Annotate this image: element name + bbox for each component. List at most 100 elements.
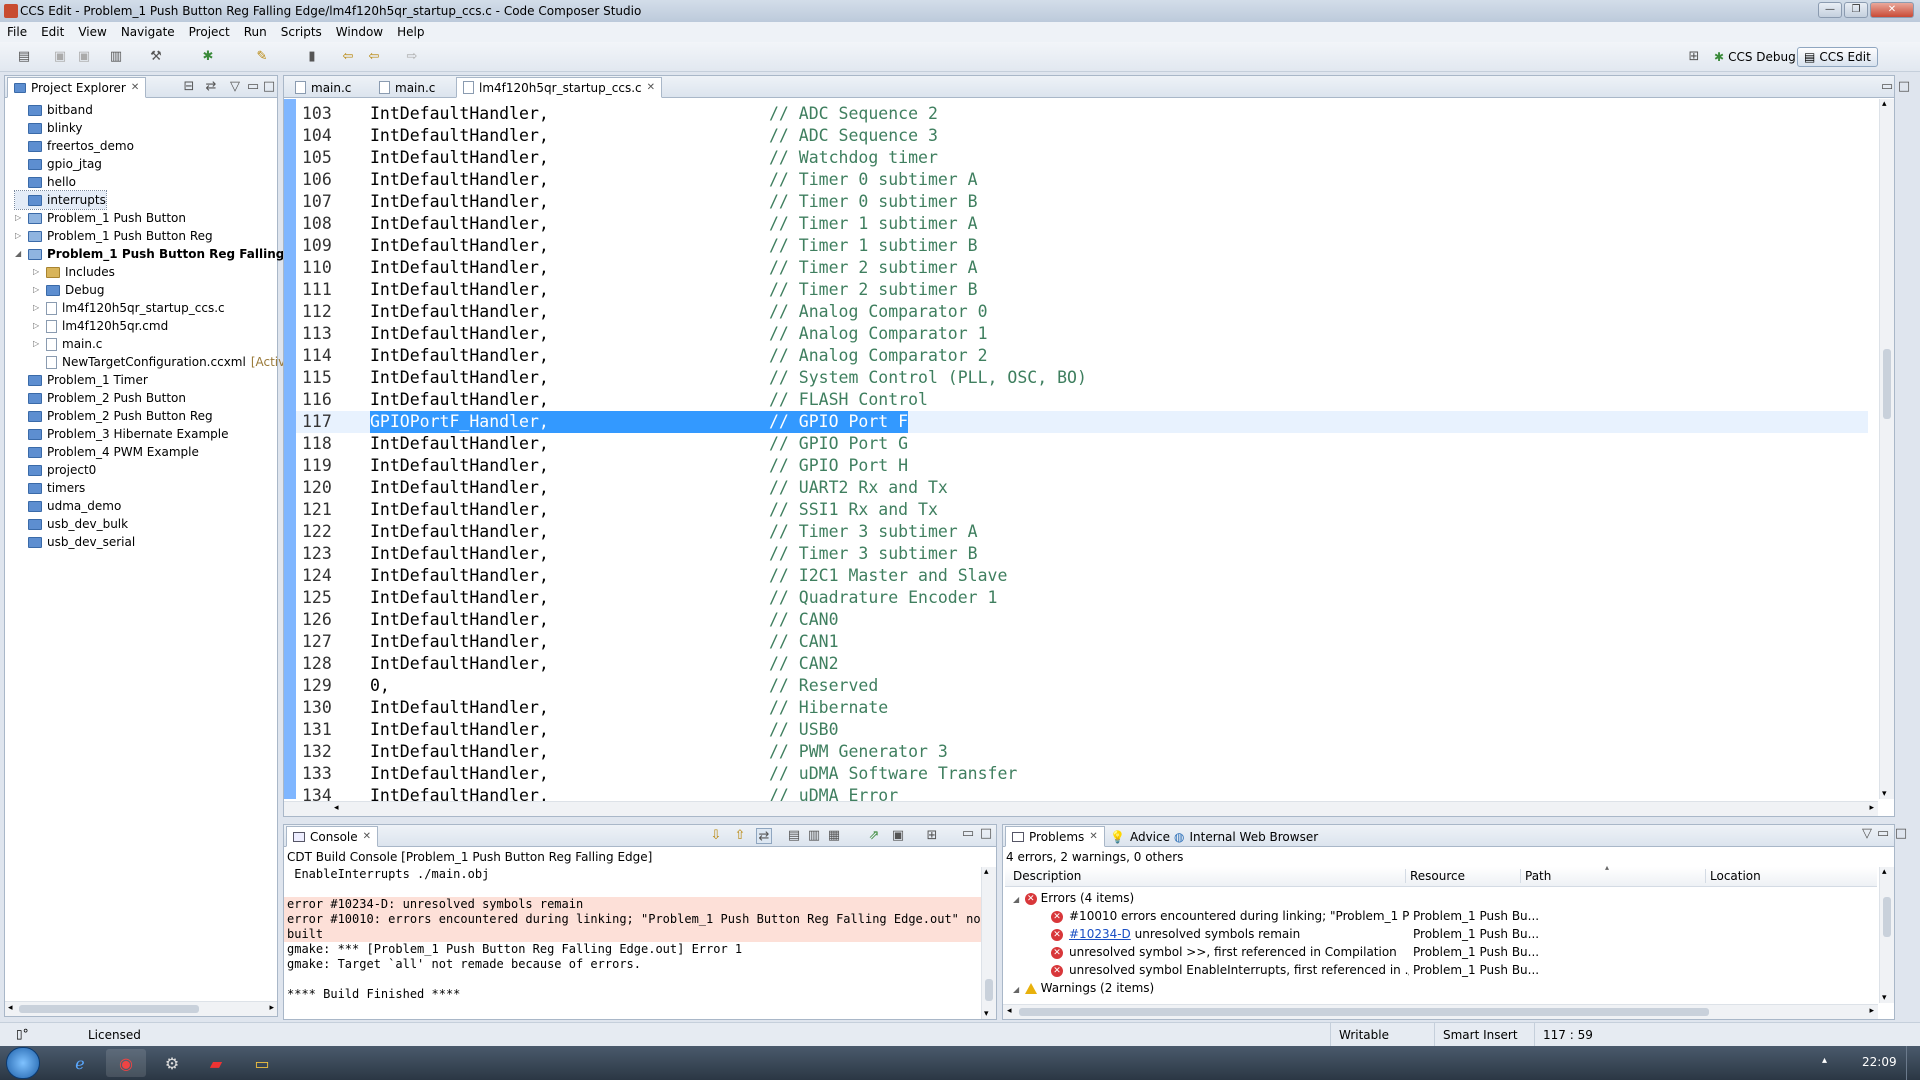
code-line[interactable]: 121 IntDefaultHandler, // SSI1 Rx and Tx — [296, 499, 1868, 521]
tree-item[interactable]: udma_demo — [15, 497, 121, 515]
copy-icon[interactable]: ▤ — [786, 828, 802, 844]
tree-item[interactable]: hello — [15, 173, 76, 191]
tool-icon[interactable]: ✎ — [254, 49, 270, 65]
scroll-down-icon[interactable]: ▾ — [1882, 993, 1887, 1003]
menu-edit[interactable]: Edit — [34, 25, 71, 39]
close-icon[interactable]: ✕ — [363, 827, 371, 847]
scroll-up-icon[interactable]: ▴ — [1882, 867, 1887, 877]
tab-main-c-2[interactable]: main.c — [372, 77, 442, 98]
tree-item[interactable]: Problem_2 Push Button — [15, 389, 186, 407]
prev-error-icon[interactable]: ⇧ — [732, 828, 748, 844]
editor-vscroll[interactable]: ▴ ▾ — [1879, 99, 1894, 799]
code-line[interactable]: 128 IntDefaultHandler, // CAN2 — [296, 653, 1868, 675]
tab-problems[interactable]: Problems ✕ — [1005, 826, 1105, 847]
code-line[interactable]: 109 IntDefaultHandler, // Timer 1 subtimer… — [296, 235, 1868, 257]
scroll-left-icon[interactable]: ◂ — [1007, 1006, 1012, 1016]
minimize-view-icon[interactable]: ▭ — [245, 79, 261, 95]
expand-toggle-icon[interactable]: ▷ — [33, 335, 41, 353]
toggle-icon[interactable]: ▮ — [304, 49, 320, 65]
code-line[interactable]: 124 IntDefaultHandler, // I2C1 Master and … — [296, 565, 1868, 587]
tree-item[interactable]: Problem_1 Timer — [15, 371, 148, 389]
minimize-view-icon[interactable]: ▭ — [1879, 79, 1895, 95]
chrome-taskbar-icon[interactable]: ◉ — [106, 1049, 146, 1077]
menu-window[interactable]: Window — [329, 25, 390, 39]
tab-advice[interactable]: 💡 Advice — [1103, 826, 1177, 847]
explorer-taskbar-icon[interactable]: ▭ — [242, 1049, 282, 1077]
close-icon[interactable]: ✕ — [647, 78, 655, 98]
back-icon[interactable]: ⇦ — [366, 49, 382, 65]
column-description[interactable]: Description — [1013, 869, 1081, 883]
ie-taskbar-icon[interactable]: ℯ — [60, 1049, 100, 1077]
code-line[interactable]: 103 IntDefaultHandler, // ADC Sequence 2 — [296, 103, 1868, 125]
maximize-view-icon[interactable]: □ — [1896, 79, 1912, 95]
open-console-icon[interactable]: ⊞ — [924, 828, 940, 844]
view-menu-icon[interactable]: ▽ — [227, 79, 243, 95]
tree-item[interactable]: ▷ main.c — [33, 335, 102, 353]
explorer-hscroll[interactable]: ◂ ▸ — [5, 1001, 277, 1016]
fast-view-icon[interactable]: ▯° — [16, 1027, 29, 1041]
maximize-button[interactable]: ❐ — [1844, 2, 1868, 18]
tree-item[interactable]: bitband — [15, 101, 93, 119]
save-all-icon[interactable]: ▣ — [76, 49, 92, 65]
code-line[interactable]: 114 IntDefaultHandler, // Analog Comparato… — [296, 345, 1868, 367]
errors-group-row[interactable]: ◢ ✕ Errors (4 items) — [1013, 889, 1134, 907]
tree-item[interactable]: ▷ Problem_1 Push Button Reg — [15, 227, 213, 245]
back-last-edit-icon[interactable]: ⇦ — [340, 49, 356, 65]
perspective-ccs-debug[interactable]: ✱ CCS Debug — [1708, 47, 1802, 67]
clear-console-icon[interactable]: ▦ — [826, 828, 842, 844]
close-icon[interactable]: ✕ — [131, 78, 139, 98]
tree-item[interactable]: usb_dev_bulk — [15, 515, 128, 533]
console-output[interactable]: EnableInterrupts ./main.obj error #10234-… — [284, 867, 982, 1019]
editor-hscroll[interactable]: ◂ ▸ — [284, 801, 1878, 816]
tree-item[interactable]: Problem_3 Hibernate Example — [15, 425, 229, 443]
code-line[interactable]: 112 IntDefaultHandler, // Analog Comparato… — [296, 301, 1868, 323]
perspective-open-icon[interactable]: ⊞ — [1686, 49, 1702, 65]
code-line[interactable]: 105 IntDefaultHandler, // Watchdog timer — [296, 147, 1868, 169]
tree-item[interactable]: Problem_4 PWM Example — [15, 443, 199, 461]
scroll-thumb[interactable] — [19, 1005, 199, 1013]
tree-item[interactable]: ▷ Includes — [33, 263, 115, 281]
link-error-icon[interactable]: ⇄ — [756, 828, 772, 844]
code-line[interactable]: 115 IntDefaultHandler, // System Control (… — [296, 367, 1868, 389]
expand-toggle-icon[interactable]: ◢ — [1013, 891, 1021, 909]
expand-toggle-icon[interactable]: ▷ — [33, 281, 41, 299]
warnings-group-row[interactable]: ◢ Warnings (2 items) — [1013, 979, 1154, 997]
code-line[interactable]: 132 IntDefaultHandler, // PWM Generator 3 — [296, 741, 1868, 763]
tree-item[interactable]: ◢ Problem_1 Push Button Reg Falling Edge — [15, 245, 322, 263]
tree-item[interactable]: ▷ Problem_1 Push Button — [15, 209, 186, 227]
scroll-right-icon[interactable]: ▸ — [1869, 803, 1874, 813]
maximize-view-icon[interactable]: □ — [1893, 826, 1909, 842]
scroll-lock-icon[interactable]: ▥ — [806, 828, 822, 844]
display-console-icon[interactable]: ▣ — [890, 828, 906, 844]
save-icon[interactable]: ▣ — [52, 49, 68, 65]
code-line[interactable]: 129 0, // Reserved — [296, 675, 1868, 697]
tree-item[interactable]: ▷ Debug — [33, 281, 104, 299]
code-line[interactable]: 107 IntDefaultHandler, // Timer 0 subtimer… — [296, 191, 1868, 213]
start-button[interactable] — [6, 1047, 40, 1079]
maximize-view-icon[interactable]: □ — [978, 826, 994, 842]
code-area[interactable]: 103 IntDefaultHandler,// ADC Sequence 2 10… — [296, 103, 1868, 803]
code-line[interactable]: 119 IntDefaultHandler, // GPIO Port H — [296, 455, 1868, 477]
tree-item[interactable]: NewTargetConfiguration.ccxml [Active — [33, 353, 293, 371]
code-line[interactable]: 122 IntDefaultHandler, // Timer 3 subtimer… — [296, 521, 1868, 543]
problems-vscroll[interactable]: ▴ ▾ — [1879, 867, 1894, 1003]
view-menu-icon[interactable]: ▽ — [1859, 826, 1875, 842]
code-line[interactable]: 120 IntDefaultHandler, // UART2 Rx and Tx — [296, 477, 1868, 499]
code-line[interactable]: 117 GPIOPortF_Handler,// GPIO Port F — [296, 411, 1868, 433]
code-line[interactable]: 123 IntDefaultHandler, // Timer 3 subtimer… — [296, 543, 1868, 565]
expand-toggle-icon[interactable]: ▷ — [33, 317, 41, 335]
scroll-thumb[interactable] — [1019, 1008, 1709, 1016]
error-code-link[interactable]: #10234-D — [1069, 927, 1131, 941]
console-vscroll[interactable]: ▴ ▾ — [981, 867, 996, 1019]
tree-item[interactable]: project0 — [15, 461, 96, 479]
tab-startup-file[interactable]: lm4f120h5qr_startup_ccs.c ✕ — [456, 77, 662, 98]
column-path[interactable]: Path — [1520, 869, 1706, 883]
menu-view[interactable]: View — [71, 25, 113, 39]
scroll-right-icon[interactable]: ▸ — [1869, 1006, 1874, 1016]
show-desktop-button[interactable] — [1906, 1046, 1920, 1080]
code-line[interactable]: 133 IntDefaultHandler, // uDMA Software Tr… — [296, 763, 1868, 785]
scroll-thumb[interactable] — [985, 979, 993, 1001]
next-error-icon[interactable]: ⇩ — [708, 828, 724, 844]
expand-toggle-icon[interactable]: ▷ — [15, 227, 23, 245]
scroll-right-icon[interactable]: ▸ — [269, 1003, 274, 1013]
